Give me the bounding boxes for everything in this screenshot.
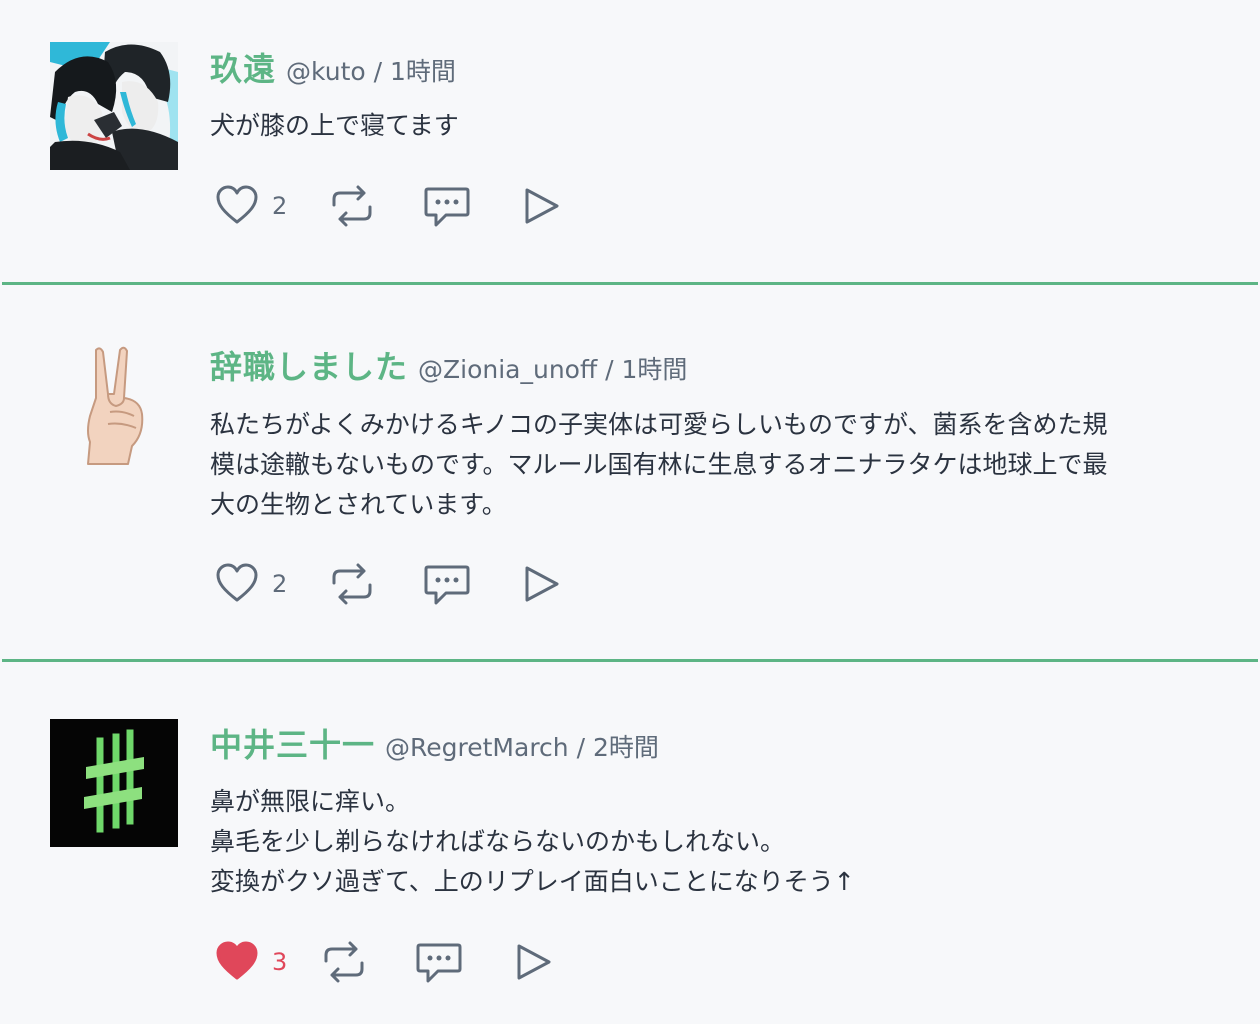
reply-button[interactable] bbox=[422, 182, 472, 230]
reply-button[interactable] bbox=[414, 938, 464, 986]
share-button[interactable] bbox=[514, 938, 554, 986]
play-icon bbox=[525, 188, 559, 224]
comment-icon bbox=[416, 943, 462, 983]
avatar[interactable] bbox=[50, 42, 178, 170]
reply-button[interactable] bbox=[422, 560, 472, 608]
heart-icon bbox=[216, 563, 258, 602]
display-name[interactable]: 辞職しました bbox=[210, 342, 408, 388]
post: 辞職しました @Zionia_unoff / 1時間 私たちがよくみかけるキノコ… bbox=[0, 285, 1260, 660]
like-button[interactable]: 2 bbox=[214, 182, 287, 230]
like-count: 2 bbox=[272, 570, 288, 598]
play-icon bbox=[525, 566, 559, 602]
peace-hand-icon bbox=[50, 342, 178, 470]
hash-icon bbox=[50, 719, 178, 847]
share-button[interactable] bbox=[522, 182, 562, 230]
like-count: 2 bbox=[272, 192, 288, 220]
anime-avatar-icon bbox=[50, 42, 178, 170]
handle-time: @Zionia_unoff / 1時間 bbox=[418, 355, 688, 384]
repost-icon bbox=[324, 941, 364, 983]
like-count: 3 bbox=[272, 948, 288, 976]
post: 玖遠 @kuto / 1時間 犬が膝の上で寝てます 2 bbox=[0, 0, 1260, 282]
post-header: 玖遠 @kuto / 1時間 bbox=[210, 44, 456, 90]
heart-filled-icon bbox=[216, 941, 258, 980]
handle-time: @RegretMarch / 2時間 bbox=[385, 733, 659, 762]
display-name[interactable]: 玖遠 bbox=[210, 44, 276, 90]
repost-icon bbox=[332, 563, 372, 605]
share-button[interactable] bbox=[522, 560, 562, 608]
handle-time: @kuto / 1時間 bbox=[286, 57, 456, 86]
repost-button[interactable] bbox=[326, 182, 378, 230]
repost-button[interactable] bbox=[318, 938, 370, 986]
repost-button[interactable] bbox=[326, 560, 378, 608]
post-line: 鼻毛を少し剃らなければならないのかもしれない。 bbox=[210, 827, 786, 856]
like-button[interactable]: 2 bbox=[214, 560, 287, 608]
comment-icon bbox=[424, 187, 470, 227]
avatar[interactable] bbox=[50, 342, 178, 470]
post: 中井三十一 @RegretMarch / 2時間 鼻が無限に痒い。 鼻毛を少し剃… bbox=[0, 662, 1260, 1024]
timeline-feed: 玖遠 @kuto / 1時間 犬が膝の上で寝てます 2 辞職しました @Zion… bbox=[0, 0, 1260, 1024]
post-line: 大の生物とされています。 bbox=[210, 490, 507, 519]
post-body: 犬が膝の上で寝てます bbox=[210, 106, 1230, 146]
repost-icon bbox=[332, 185, 372, 227]
post-body: 私たちがよくみかけるキノコの子実体は可愛らしいものですが、菌系を含めた規 模は途… bbox=[210, 405, 1230, 525]
post-header: 辞職しました @Zionia_unoff / 1時間 bbox=[210, 342, 687, 388]
play-icon bbox=[517, 944, 551, 980]
like-button[interactable]: 3 bbox=[214, 938, 287, 986]
post-line: 犬が膝の上で寝てます bbox=[210, 111, 459, 140]
post-line: 変換がクソ過ぎて、上のリプレイ面白いことになりそう↑ bbox=[210, 867, 855, 896]
post-line: 鼻が無限に痒い。 bbox=[210, 787, 411, 816]
post-line: 私たちがよくみかけるキノコの子実体は可愛らしいものですが、菌系を含めた規 bbox=[210, 410, 1108, 439]
post-header: 中井三十一 @RegretMarch / 2時間 bbox=[210, 720, 659, 766]
display-name[interactable]: 中井三十一 bbox=[210, 720, 375, 766]
post-line: 模は途轍もないものです。マルール国有林に生息するオニナラタケは地球上で最 bbox=[210, 450, 1108, 479]
avatar[interactable] bbox=[50, 719, 178, 847]
comment-icon bbox=[424, 565, 470, 605]
heart-icon bbox=[216, 185, 258, 224]
post-body: 鼻が無限に痒い。 鼻毛を少し剃らなければならないのかもしれない。 変換がクソ過ぎ… bbox=[210, 782, 1230, 902]
